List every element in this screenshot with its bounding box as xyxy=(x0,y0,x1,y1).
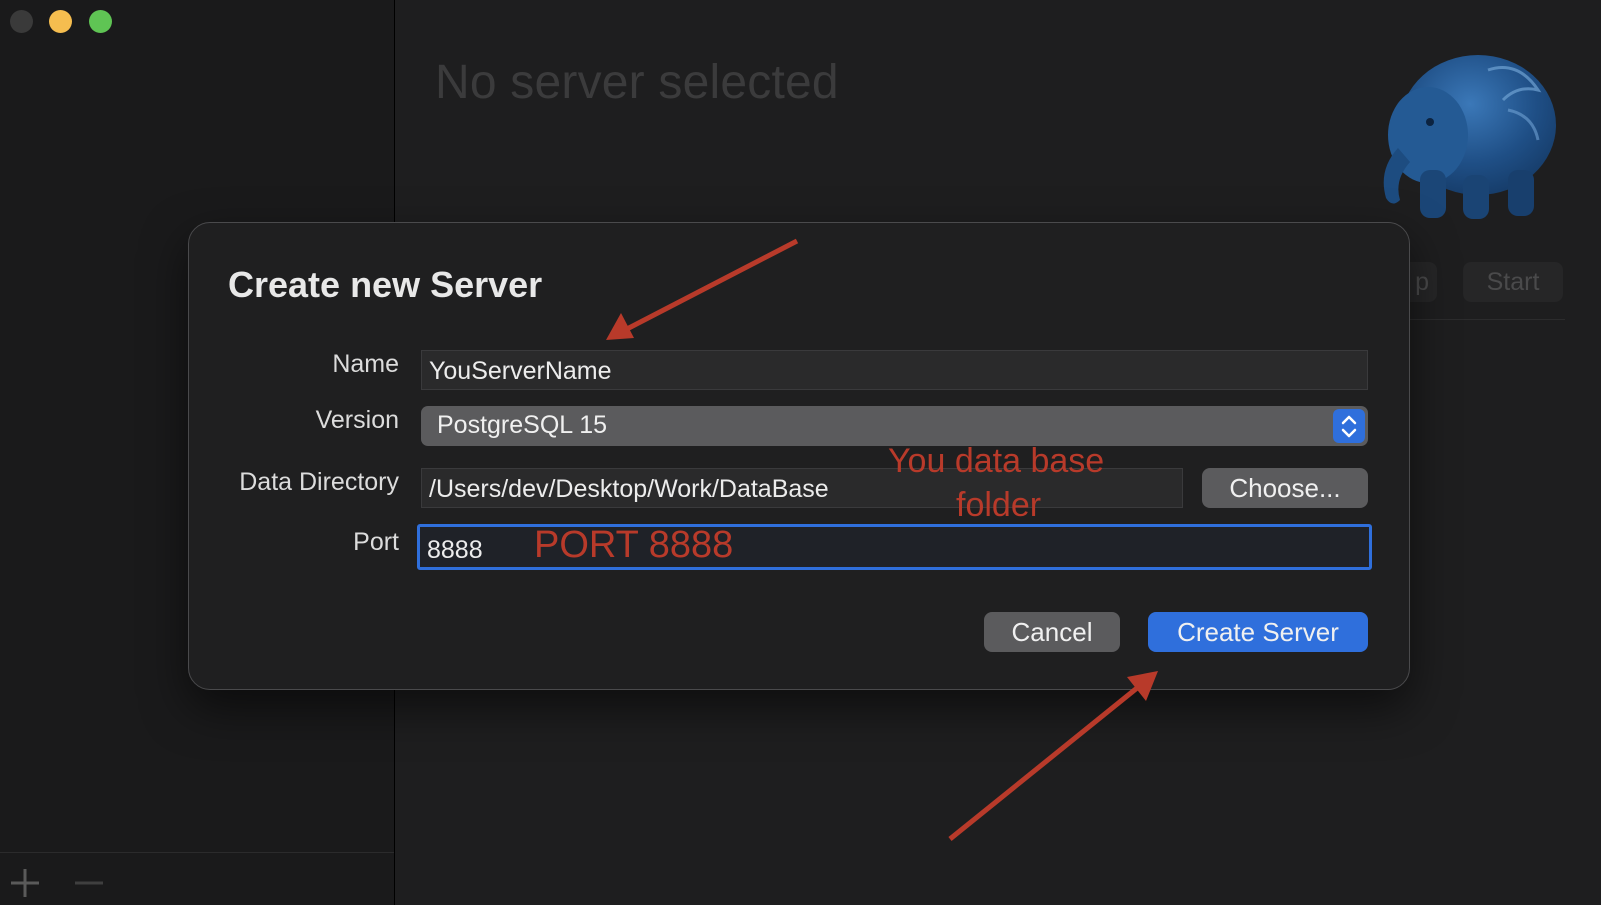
folder-annotation-line2: folder xyxy=(956,486,1042,524)
data-directory-label: Data Directory xyxy=(239,468,399,496)
close-window-button[interactable] xyxy=(10,10,33,33)
create-server-button[interactable]: Create Server xyxy=(1148,612,1368,652)
minus-icon xyxy=(75,881,103,885)
port-label: Port xyxy=(353,528,399,556)
sidebar-footer xyxy=(0,852,394,905)
app-window: No server selected p Start Create new Se… xyxy=(0,0,1601,905)
no-server-title: No server selected xyxy=(435,56,839,109)
remove-server-button[interactable] xyxy=(69,863,109,903)
folder-annotation-line1: You data base xyxy=(888,442,1105,480)
version-label: Version xyxy=(315,406,399,434)
dialog-title: Create new Server xyxy=(228,264,543,305)
choose-button[interactable]: Choose... xyxy=(1202,468,1368,508)
minimize-window-button[interactable] xyxy=(49,10,72,33)
add-server-button[interactable] xyxy=(5,863,45,903)
cancel-button[interactable]: Cancel xyxy=(984,612,1120,652)
version-select[interactable]: PostgreSQL 15 xyxy=(421,406,1368,446)
name-field[interactable]: YouServerName xyxy=(421,350,1368,390)
create-server-dialog: Create new Server Name YouServerName Ver… xyxy=(188,222,1410,690)
version-value: PostgreSQL 15 xyxy=(437,411,608,439)
elephant-icon xyxy=(1368,30,1568,225)
zoom-window-button[interactable] xyxy=(89,10,112,33)
plus-icon xyxy=(11,869,39,897)
name-label: Name xyxy=(332,350,399,378)
port-annotation: PORT 8888 xyxy=(534,524,734,566)
start-button: Start xyxy=(1463,262,1563,302)
arrow-to-create xyxy=(948,682,1144,841)
chevron-up-down-icon xyxy=(1333,409,1365,443)
